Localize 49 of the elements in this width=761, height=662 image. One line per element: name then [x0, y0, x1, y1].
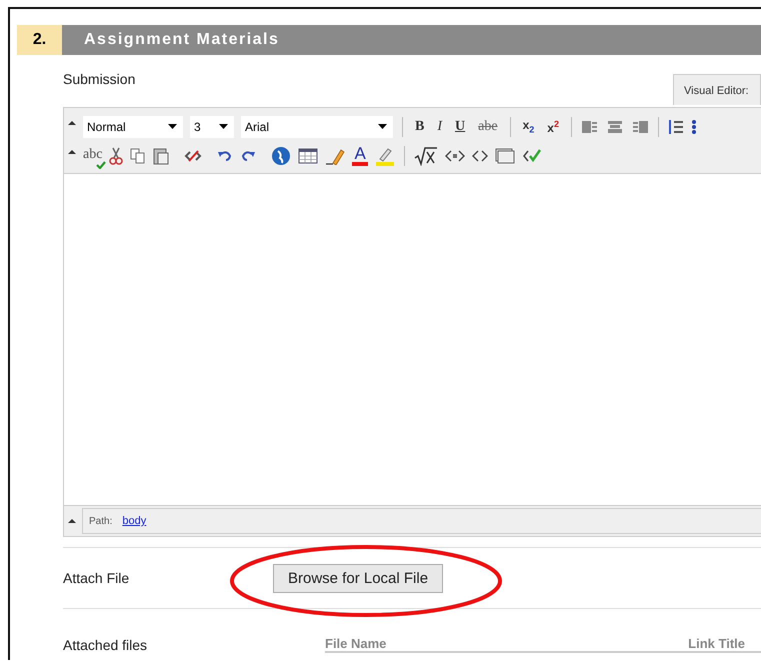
format-button[interactable]: x$_{2}$	[520, 118, 538, 135]
more-icon[interactable]	[690, 118, 697, 134]
check-icon[interactable]	[522, 148, 542, 164]
browse-button[interactable]: Browse for Local File	[273, 564, 444, 592]
format-dropdown[interactable]: 3	[190, 116, 234, 138]
spellcheck-button[interactable]: abc	[83, 146, 102, 162]
format-button[interactable]: U	[452, 118, 468, 134]
code-icon[interactable]	[472, 148, 488, 162]
align-center-icon[interactable]	[606, 120, 624, 134]
undo-icon[interactable]	[217, 150, 234, 162]
cut-icon[interactable]	[109, 146, 124, 164]
numbered-list-icon[interactable]	[668, 118, 684, 134]
format-button[interactable]: x$^{2}$	[544, 118, 562, 134]
window-icon[interactable]	[494, 148, 515, 164]
table-icon[interactable]	[298, 148, 318, 164]
column-header: Link Title	[688, 636, 745, 651]
copy-icon[interactable]	[130, 148, 146, 164]
square-root-icon[interactable]	[414, 146, 438, 166]
globe-icon[interactable]	[271, 146, 292, 166]
collapse-icon[interactable]	[68, 149, 76, 155]
column-header: File Name	[325, 636, 386, 651]
submission-label: Submission	[63, 71, 136, 87]
path-label: Path:	[89, 516, 112, 526]
format-dropdown[interactable]: Arial	[241, 116, 393, 138]
caret-icon[interactable]	[168, 124, 177, 129]
format-button[interactable]: abe	[475, 118, 501, 134]
code-arrows-icon[interactable]	[444, 148, 465, 162]
caret-icon[interactable]	[378, 124, 387, 129]
section-number: 2.	[17, 25, 62, 55]
format-dropdown[interactable]: Normal	[83, 116, 183, 138]
align-right-icon[interactable]	[630, 120, 649, 134]
collapse-icon[interactable]	[68, 518, 76, 524]
format-button[interactable]: I	[434, 118, 446, 134]
format-button[interactable]: B	[412, 118, 428, 134]
collapse-icon[interactable]	[68, 120, 76, 126]
font-color-button[interactable]: A	[352, 145, 368, 166]
paste-icon[interactable]	[153, 146, 170, 164]
path-link[interactable]: body	[122, 515, 146, 527]
pencil-icon[interactable]	[325, 146, 346, 164]
caret-icon[interactable]	[219, 124, 228, 129]
redo-icon[interactable]	[240, 150, 256, 162]
attach-file-label: Attach File	[63, 570, 130, 586]
visual-editor-tab[interactable]: Visual Editor:	[673, 74, 761, 105]
attached-files-label: Attached files	[63, 637, 148, 653]
unlink-icon[interactable]	[184, 148, 202, 162]
section-title: Assignment Materials	[62, 25, 761, 55]
check-icon	[96, 160, 106, 168]
align-left-icon[interactable]	[580, 120, 599, 134]
highlight-icon[interactable]	[374, 146, 395, 166]
